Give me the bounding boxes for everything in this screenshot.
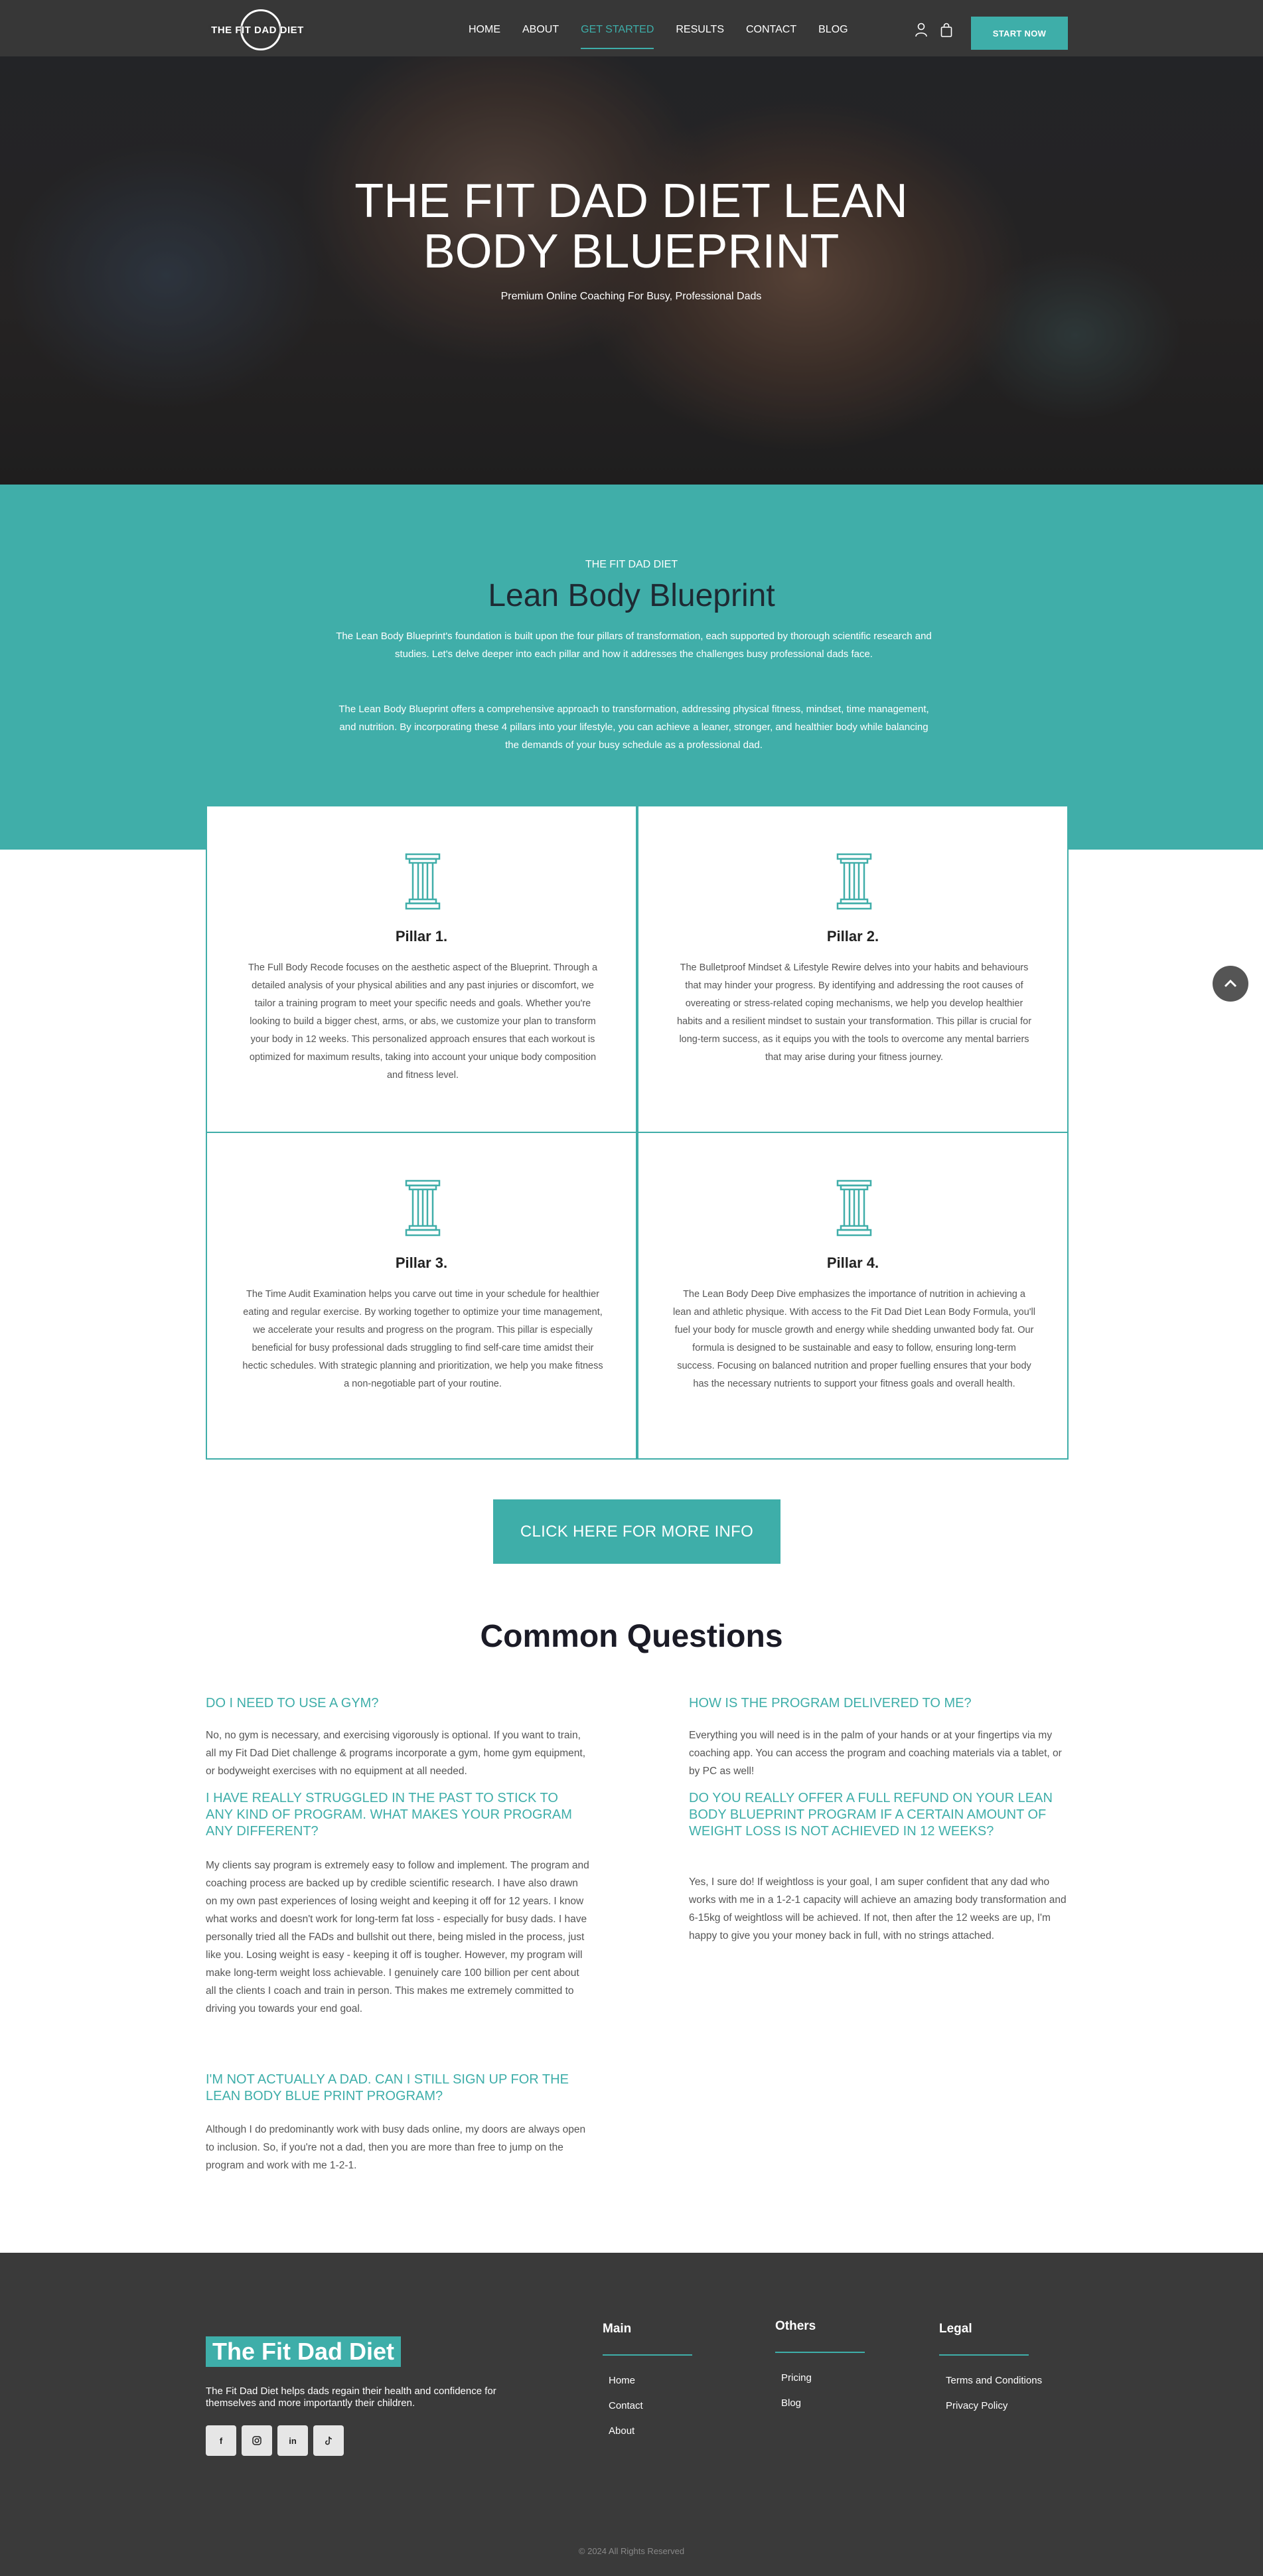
hero-title: THE FIT DAD DIET LEAN BODY BLUEPRINT: [354, 175, 908, 278]
faq-question: I'M NOT ACTUALLY A DAD. CAN I STILL SIGN…: [206, 2072, 569, 2103]
site-logo[interactable]: THE FIT DAD DIET: [211, 7, 304, 53]
intro-section: THE FIT DAD DIET Lean Body Blueprint The…: [0, 485, 1263, 850]
pillar-text: The Full Body Recode focuses on the aest…: [248, 962, 598, 1081]
pillar-card-2: Pillar 2. The Bulletproof Mindset & Life…: [637, 805, 1069, 1133]
nav-contact[interactable]: CONTACT: [746, 24, 796, 36]
footer-link-home[interactable]: Home: [609, 2375, 635, 2386]
nav-home[interactable]: HOME: [469, 24, 500, 36]
pillar-icon: [405, 853, 441, 910]
pillar-title: Pillar 1.: [395, 928, 448, 945]
instagram-icon[interactable]: [242, 2425, 272, 2456]
footer-heading-main: Main: [603, 2322, 632, 2336]
hero-section: THE FIT DAD DIET LEAN BODY BLUEPRINT Pre…: [0, 56, 1263, 485]
faq-question: DO YOU REALLY OFFER A FULL REFUND ON YOU…: [689, 1791, 1053, 1839]
intro-paragraph-2: The Lean Body Blueprint offers a compreh…: [338, 704, 929, 751]
pillar-icon: [836, 853, 872, 910]
facebook-icon[interactable]: f: [206, 2425, 236, 2456]
pillar-title: Pillar 2.: [826, 928, 879, 945]
social-links: f in: [206, 2425, 344, 2456]
faq-title: Common Questions: [480, 1619, 783, 1654]
intro-paragraph-1: The Lean Body Blueprint's foundation is …: [336, 631, 932, 660]
site-header: THE FIT DAD DIET HOME ABOUT GET STARTED …: [0, 0, 1263, 56]
faq-answer: No, no gym is necessary, and exercising …: [206, 1730, 586, 1777]
pillar-text: The Bulletproof Mindset & Lifestyle Rewi…: [676, 962, 1032, 1063]
footer-link-terms[interactable]: Terms and Conditions: [946, 2375, 1042, 2386]
pillar-icon: [836, 1179, 872, 1237]
pillar-card-4: Pillar 4. The Lean Body Deep Dive emphas…: [637, 1132, 1069, 1460]
logo-text: THE FIT DAD DIET: [211, 24, 304, 36]
faq-answer: Yes, I sure do! If weightloss is your go…: [689, 1876, 1067, 1941]
footer-heading-underline: [603, 2354, 692, 2356]
faq-question: I HAVE REALLY STRUGGLED IN THE PAST TO S…: [206, 1791, 572, 1839]
tiktok-icon[interactable]: [313, 2425, 344, 2456]
intro-title: Lean Body Blueprint: [488, 578, 775, 613]
main-nav: HOME ABOUT GET STARTED RESULTS CONTACT B…: [469, 24, 870, 49]
more-info-button[interactable]: CLICK HERE FOR MORE INFO: [493, 1499, 780, 1564]
footer-link-contact[interactable]: Contact: [609, 2400, 643, 2411]
copyright-text: © 2024 All Rights Reserved: [578, 2546, 685, 2556]
start-now-button[interactable]: START NOW: [971, 17, 1068, 50]
faq-question: DO I NEED TO USE A GYM?: [206, 1696, 379, 1710]
faq-answer: My clients say program is extremely easy…: [206, 1860, 589, 2014]
scroll-to-top-button[interactable]: [1213, 966, 1248, 1002]
footer-brand[interactable]: The Fit Dad Diet: [206, 2336, 402, 2367]
chevron-up-icon: [1224, 979, 1237, 988]
user-icon[interactable]: [915, 23, 928, 37]
pillar-title: Pillar 3.: [395, 1254, 448, 1271]
hero-subtitle: Premium Online Coaching For Busy, Profes…: [500, 291, 762, 302]
nav-blog[interactable]: BLOG: [818, 24, 848, 36]
linkedin-icon[interactable]: in: [277, 2425, 308, 2456]
site-footer: The Fit Dad Diet The Fit Dad Diet helps …: [0, 2253, 1263, 2576]
footer-heading-others: Others: [775, 2319, 816, 2333]
footer-link-blog[interactable]: Blog: [781, 2397, 801, 2409]
pillar-card-3: Pillar 3. The Time Audit Examination hel…: [206, 1132, 637, 1460]
footer-heading-underline: [775, 2352, 865, 2353]
footer-link-privacy[interactable]: Privacy Policy: [946, 2400, 1007, 2411]
pillar-icon: [405, 1179, 441, 1237]
footer-link-about[interactable]: About: [609, 2425, 634, 2437]
pillar-title: Pillar 4.: [826, 1254, 879, 1271]
shopping-bag-icon[interactable]: [940, 23, 953, 37]
faq-answer: Although I do predominantly work with bu…: [206, 2124, 586, 2171]
footer-description: The Fit Dad Diet helps dads regain their…: [206, 2386, 496, 2409]
footer-heading-underline: [939, 2354, 1029, 2356]
pillar-text: The Lean Body Deep Dive emphasizes the i…: [673, 1289, 1035, 1389]
footer-link-pricing[interactable]: Pricing: [781, 2372, 812, 2384]
nav-get-started[interactable]: GET STARTED: [581, 24, 654, 49]
faq-question: HOW IS THE PROGRAM DELIVERED TO ME?: [689, 1696, 972, 1710]
footer-heading-legal: Legal: [939, 2322, 972, 2336]
pillar-card-1: Pillar 1. The Full Body Recode focuses o…: [206, 805, 637, 1133]
nav-results[interactable]: RESULTS: [676, 24, 724, 36]
faq-answer: Everything you will need is in the palm …: [689, 1730, 1062, 1777]
nav-about[interactable]: ABOUT: [522, 24, 559, 36]
intro-eyebrow: THE FIT DAD DIET: [585, 559, 678, 570]
pillar-text: The Time Audit Examination helps you car…: [242, 1289, 603, 1389]
